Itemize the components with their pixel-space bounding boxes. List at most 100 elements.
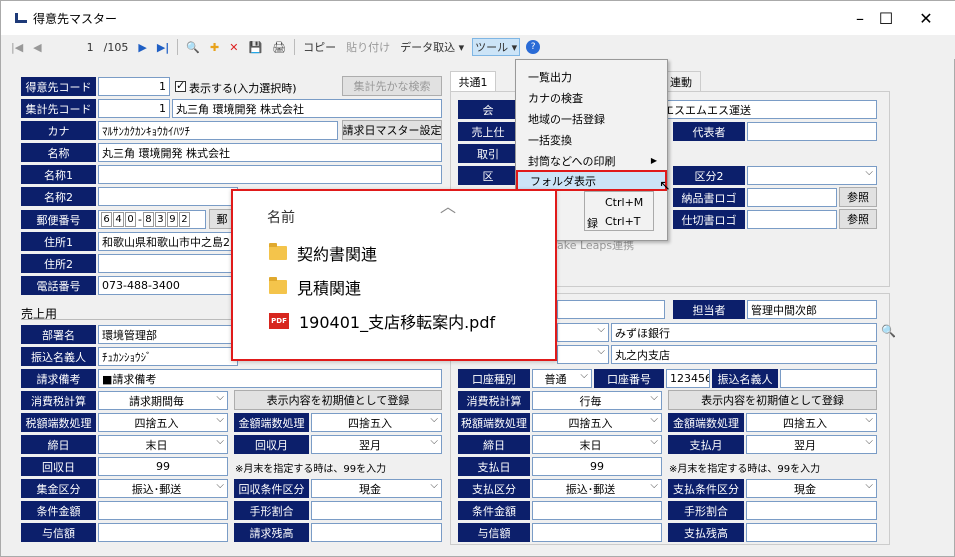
list-item[interactable]: PDF 190401_支店移転案内.pdf [269,309,495,333]
bill-ratio-field[interactable] [311,501,442,520]
paste-button[interactable]: 貼り付け [344,38,392,56]
closing-day-select[interactable]: 末日 [98,435,228,454]
tax-calc-select[interactable]: 請求期間毎 [98,391,228,410]
collection-type-select[interactable]: 振込･郵送 [98,479,228,498]
amount-round-select[interactable]: 四捨五入 [311,413,442,432]
collection-cond-select[interactable]: 現金 [311,479,442,498]
bank-code-select[interactable] [557,323,609,342]
last-record-button[interactable]: ▶| [155,38,171,56]
shortcut-ctrl-m[interactable]: Ctrl+M [605,196,643,209]
kana-field[interactable]: ﾏﾙｻﾝｶｸｶﾝｷｮｳｶｲﾊﾂﾁ [98,121,338,140]
collect-day-hint: ※月末を指定する時は、99を入力 [235,464,387,475]
menu-item-bulk-convert[interactable]: 一括変換 [516,129,667,150]
bank-field[interactable]: みずほ銀行 [611,323,877,342]
help-icon[interactable]: ? [526,40,541,54]
bank-search-icon[interactable]: 🔍 [881,324,896,338]
purchase-round-select[interactable]: 四捨五入 [532,413,662,432]
show-checkbox-label: 表示する(入力選択時) [189,82,297,95]
shortcut-ctrl-t[interactable]: Ctrl+T [605,215,641,228]
pay-cond-select[interactable]: 現金 [746,479,877,498]
menu-item-kana-check[interactable]: カナの検査 [516,87,667,108]
closing-day-label: 締日 [21,435,96,454]
purchase-tax-select[interactable]: 行毎 [532,391,662,410]
account-no-field[interactable]: 123456 [666,369,710,388]
branch-code-select[interactable] [557,345,609,364]
delete-icon[interactable]: ✕ [227,38,240,56]
staff-field[interactable]: 管理中間次郎 [747,300,877,319]
zip-field[interactable]: 640-8392 [98,210,206,229]
name1-field[interactable] [98,165,442,184]
zip-digit: 6 [101,212,112,227]
pay-day-hint: ※月末を指定する時は、99を入力 [669,464,821,475]
dept-field[interactable]: 環境管理部 [98,325,238,344]
account-type-select[interactable]: 普通 [532,369,592,388]
purchase-amount-round-select[interactable]: 四捨五入 [746,413,877,432]
save-icon[interactable]: 💾 [246,38,264,56]
tab-common1[interactable]: 共通1 [450,71,496,91]
add-icon[interactable]: ✚ [208,38,221,56]
pay-type-select[interactable]: 振込･郵送 [532,479,662,498]
representative-field[interactable] [747,122,877,141]
bill-note-field[interactable]: ■請求備考 [98,369,442,388]
collection-cond-label: 回収条件区分 [234,479,309,498]
collect-month-select[interactable]: 翌月 [311,435,442,454]
close-button[interactable]: ✕ [903,1,949,35]
pay-balance-field[interactable] [746,523,877,542]
account-name-label: 振込名義人 [712,369,778,388]
cond-amount-field[interactable] [98,501,228,520]
list-item[interactable]: 見積関連 [269,275,361,299]
branch-field[interactable]: 丸之内支店 [611,345,877,364]
name2-field[interactable] [98,187,238,206]
tel-field[interactable]: 073-488-3400 [98,276,238,295]
collect-day-label: 回収日 [21,457,96,476]
envelope-print-label: 封筒などへの印刷 [528,154,616,168]
payer-field[interactable]: ﾁｭｶﾝｼｮｳｼﾞ [98,347,238,366]
reset-default-button[interactable]: 表示内容を初期値として登録 [234,390,442,410]
bill-balance-field[interactable] [311,523,442,542]
group-code-field[interactable]: 1 [98,99,170,118]
print-icon[interactable]: 🖨 [270,38,288,56]
slip-logo-field[interactable] [747,210,837,229]
code-field[interactable]: 1 [98,77,170,96]
copy-button[interactable]: コピー [301,38,338,56]
menu-item-region-register[interactable]: 地域の一括登録 [516,108,667,129]
purchase-dept-field[interactable] [557,300,665,319]
slip-logo-browse-button[interactable]: 参照 [839,209,877,229]
delivery-logo-browse-button[interactable]: 参照 [839,187,877,207]
name-field[interactable]: 丸三角 環境開発 株式会社 [98,143,442,162]
first-record-button[interactable]: |◀ [9,38,25,56]
toolbar: |◀ ◀ 1 /105 ▶ ▶| 🔍 ✚ ✕ 💾 🖨 コピー 貼り付け データ取… [1,35,955,59]
menu-item-folder-view[interactable]: フォルダ表示 [516,170,667,191]
menu-item-envelope-print[interactable]: 封筒などへの印刷 ▶ [516,150,667,171]
delivery-logo-field[interactable] [747,188,837,207]
purchase-reset-button[interactable]: 表示内容を初期値として登録 [668,390,877,410]
show-checkbox[interactable]: 表示する(入力選択時) [175,79,297,96]
pay-day-field[interactable]: 99 [532,457,662,476]
next-record-button[interactable]: ▶ [136,38,148,56]
purchase-credit-field[interactable] [532,523,662,542]
prev-record-button[interactable]: ◀ [31,38,43,56]
purchase-cond-amount-field[interactable] [532,501,662,520]
import-button[interactable]: データ取込 ▾ [398,38,466,56]
credit-field[interactable] [98,523,228,542]
list-item[interactable]: 契約書関連 [269,241,377,265]
record-number[interactable]: 1 [50,38,96,56]
kana-search-button[interactable]: 集計先かな検索 [342,76,442,96]
collect-day-field[interactable]: 99 [98,457,228,476]
shipping-company-field[interactable]: エスエムエス運送 [659,100,877,119]
account-name-field[interactable] [780,369,877,388]
tax-round-select[interactable]: 四捨五入 [98,413,228,432]
find-icon[interactable]: 🔍 [184,38,202,56]
addr1-field[interactable]: 和歌山県和歌山市中之島2 [98,232,238,251]
purchase-bill-ratio-field[interactable] [746,501,877,520]
tax-round-label: 税額端数処理 [21,413,96,432]
purchase-closing-select[interactable]: 末日 [532,435,662,454]
addr2-field[interactable] [98,254,238,273]
billing-date-button[interactable]: 請求日マスター設定 [342,120,442,140]
tools-menu-button[interactable]: ツール ▾ [472,38,521,56]
pay-month-select[interactable]: 翌月 [746,435,877,454]
menu-item-list-output[interactable]: 一覧出力 [516,66,667,87]
collapse-icon[interactable]: ︿ [440,193,456,217]
class2-select[interactable] [747,166,877,185]
group-name-field[interactable]: 丸三角 環境開発 株式会社 [172,99,442,118]
